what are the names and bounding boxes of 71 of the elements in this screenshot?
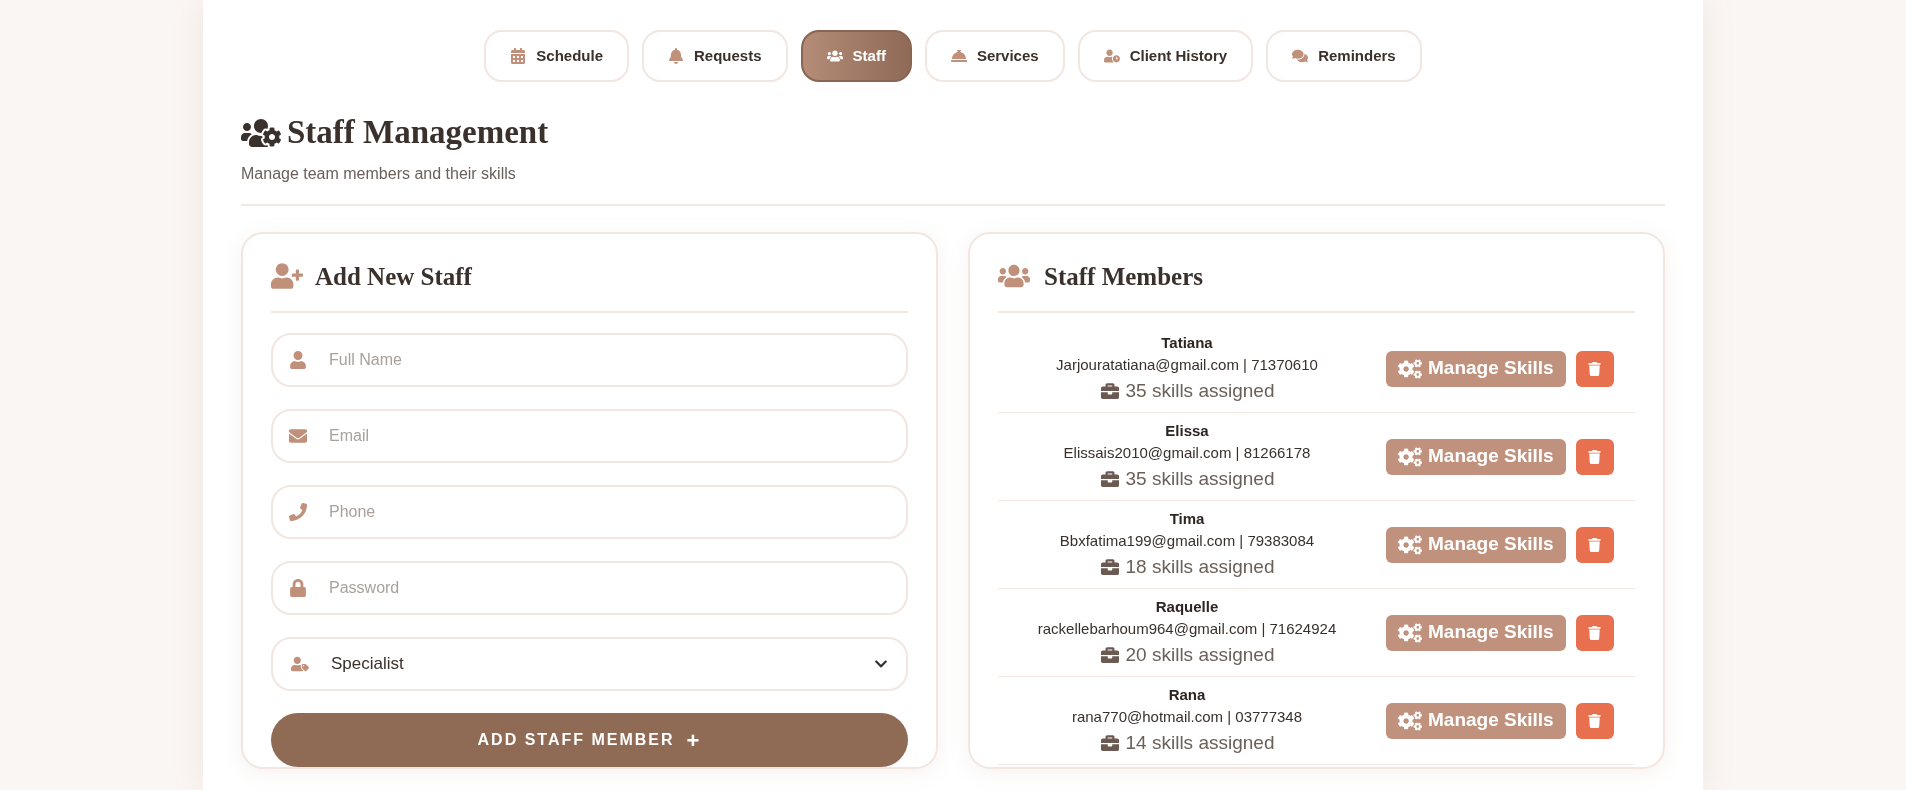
user-plus-icon: [271, 263, 303, 290]
card-title: Add New Staff: [315, 261, 472, 292]
briefcase-icon: [1099, 558, 1120, 576]
staff-contact: rackellebarhoum964@gmail.com | 71624924: [1037, 619, 1337, 640]
skills-count: 35 skills assigned: [1125, 466, 1275, 491]
staff-contact: rana770@hotmail.com | 03777348: [1071, 707, 1303, 728]
staff-contact: Elissais2010@gmail.com | 81266178: [1063, 443, 1311, 464]
delete-button[interactable]: [1575, 702, 1614, 739]
manage-skills-button[interactable]: Manage Skills: [1386, 438, 1566, 475]
page-subtitle: Manage team members and their skills: [241, 163, 517, 184]
nav-tab[interactable]: Staff: [800, 30, 912, 82]
briefcase-icon: [1099, 382, 1120, 400]
trash-icon: [1588, 361, 1602, 376]
users-cog-icon: [241, 116, 281, 149]
chat-bubbles-icon: [1292, 48, 1309, 64]
calendar-icon: [510, 48, 527, 64]
staff-contact: Bbxfatima199@gmail.com | 79383084: [1059, 531, 1315, 552]
nav-tab[interactable]: Schedule: [484, 30, 629, 82]
cogs-icon: [1398, 358, 1422, 379]
manage-skills-button[interactable]: Manage Skills: [1386, 614, 1566, 651]
briefcase-icon: [1099, 470, 1120, 488]
trash-icon: [1588, 713, 1602, 728]
card-title: Staff Members: [1044, 261, 1203, 292]
trash-icon: [1588, 449, 1602, 464]
role-select[interactable]: Specialist: [271, 637, 908, 691]
manage-skills-button[interactable]: Manage Skills: [1386, 702, 1566, 739]
input-field[interactable]: Email: [271, 409, 908, 463]
page-title: Staff Management: [287, 113, 549, 152]
staff-name: Tatiana: [1161, 332, 1213, 353]
manage-skills-button[interactable]: Manage Skills: [1386, 526, 1566, 563]
user-clock-icon: [1103, 48, 1120, 64]
manage-skills-button[interactable]: Manage Skills: [1386, 350, 1566, 387]
cogs-icon: [1398, 534, 1422, 555]
service-bell-icon: [950, 48, 967, 64]
trash-icon: [1588, 537, 1602, 552]
add-staff-button[interactable]: ADD STAFF MEMBER +: [271, 713, 908, 767]
staff-contact: Jarjouratatiana@gmail.com | 71370610: [1056, 355, 1318, 376]
cogs-icon: [1398, 446, 1422, 467]
briefcase-icon: [1099, 734, 1120, 752]
briefcase-icon: [1099, 646, 1120, 664]
nav-tab[interactable]: Client History: [1077, 30, 1254, 82]
user-tag-icon: [291, 655, 309, 673]
cogs-icon: [1398, 622, 1422, 643]
delete-button[interactable]: [1575, 438, 1614, 475]
skills-count: 20 skills assigned: [1125, 642, 1275, 667]
phone-icon: [289, 503, 307, 521]
delete-button[interactable]: [1575, 614, 1614, 651]
staff-name: Tima: [1169, 508, 1205, 529]
skills-count: 14 skills assigned: [1125, 730, 1275, 755]
input-field[interactable]: Phone: [271, 485, 908, 539]
user-icon: [289, 351, 307, 369]
plus-symbol: +: [686, 726, 702, 755]
skills-count: 35 skills assigned: [1125, 378, 1275, 403]
staff-name: Rana: [1168, 684, 1206, 705]
skills-count: 18 skills assigned: [1125, 554, 1275, 579]
input-field[interactable]: Password: [271, 561, 908, 615]
nav-tab[interactable]: Requests: [642, 30, 788, 82]
staff-name: Raquelle: [1155, 596, 1219, 617]
cogs-icon: [1398, 710, 1422, 731]
delete-button[interactable]: [1575, 350, 1614, 387]
bell-icon: [668, 48, 684, 64]
input-field[interactable]: Full Name: [271, 333, 908, 387]
nav-tab[interactable]: Services: [924, 30, 1065, 82]
users-icon: [998, 263, 1030, 290]
users-icon: [826, 48, 843, 64]
trash-icon: [1588, 625, 1602, 640]
envelope-icon: [289, 427, 307, 445]
nav-tab[interactable]: Reminders: [1266, 30, 1422, 82]
delete-button[interactable]: [1575, 526, 1614, 563]
lock-icon: [289, 579, 307, 597]
staff-name: Elissa: [1165, 420, 1209, 441]
